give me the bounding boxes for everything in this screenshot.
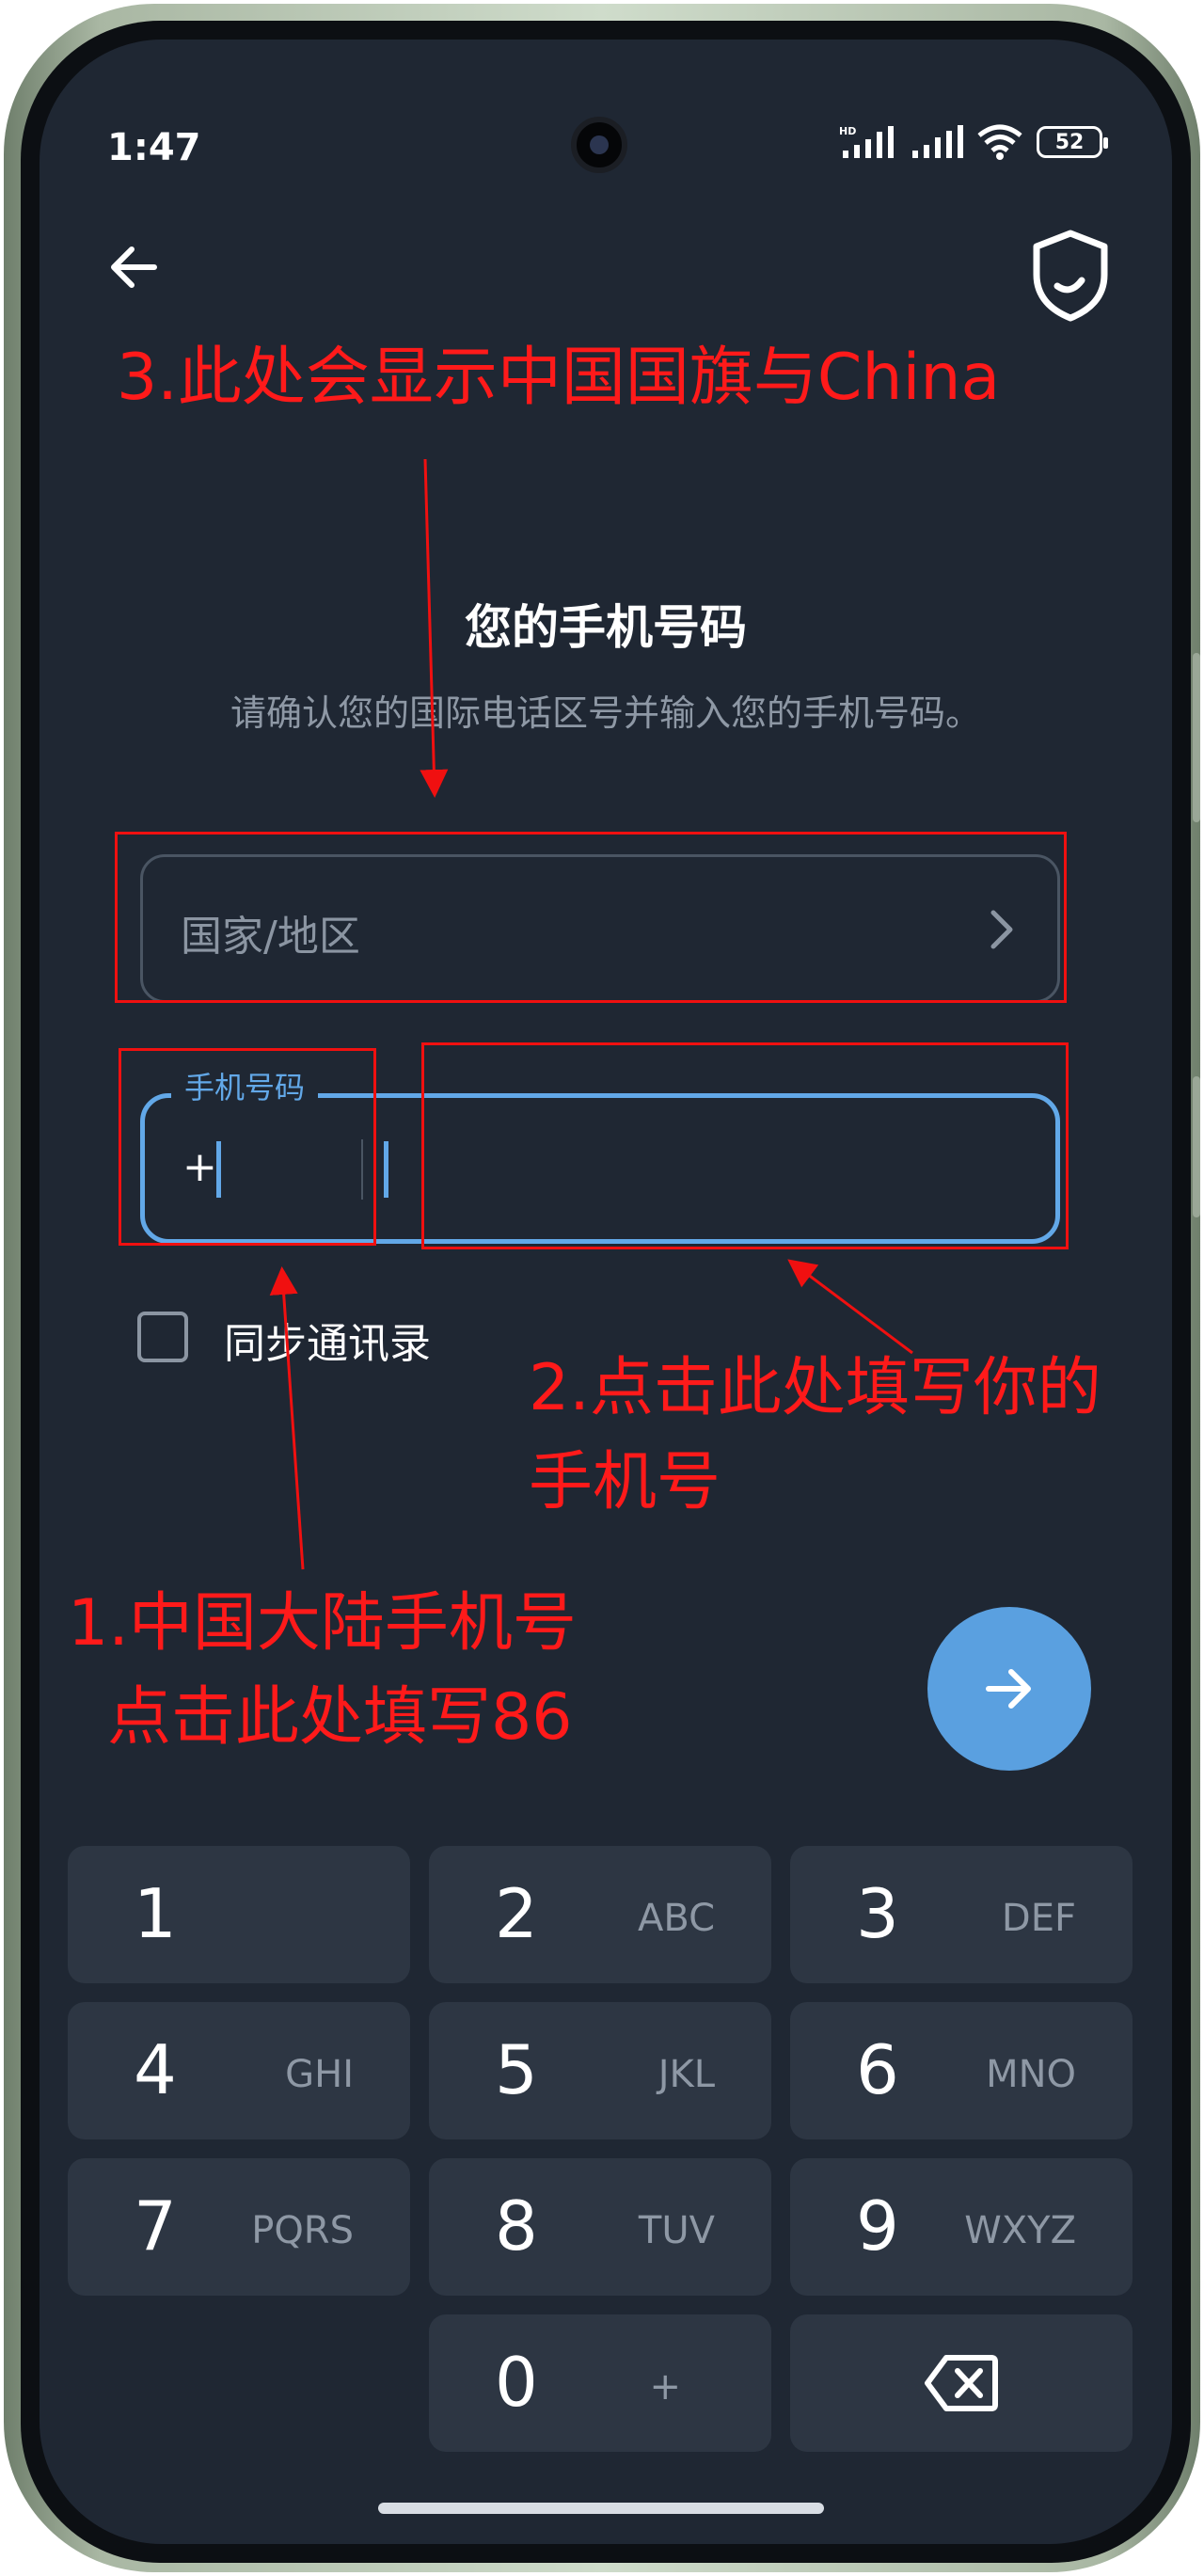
- phone-frame: 1:47 HD 52 您的手机号码 请确认您的国际电话区号并输入您的手机号码。 …: [4, 4, 1200, 2572]
- svg-text:HD: HD: [839, 125, 856, 137]
- numeric-keypad: 1 2 ABC 3 DEF 4 GHI 5 JKL 6 MNO 7 PQRS 8…: [68, 1846, 1144, 2493]
- key-digit: 5: [495, 2030, 538, 2109]
- status-icons: HD 52: [839, 124, 1108, 160]
- backspace-icon: [925, 2355, 998, 2411]
- sync-contacts-label: 同步通讯录: [224, 1320, 431, 1368]
- key-letters: WXYZ: [964, 2209, 1076, 2252]
- page-subtitle: 请确认您的国际电话区号并输入您的手机号码。: [230, 692, 981, 734]
- wifi-icon: [977, 124, 1022, 160]
- sync-contacts-checkbox[interactable]: [137, 1312, 188, 1362]
- key-5[interactable]: 5 JKL: [429, 2002, 771, 2139]
- arrow-right-icon: [986, 1669, 1031, 1709]
- key-letters: TUV: [638, 2209, 715, 2252]
- status-time: 1:47: [107, 126, 201, 169]
- key-0[interactable]: 0 +: [429, 2314, 771, 2452]
- key-letters: ABC: [637, 1897, 715, 1940]
- phone-number-field: 手机号码 +: [140, 1064, 1060, 1244]
- key-digit: 8: [495, 2186, 538, 2266]
- key-6[interactable]: 6 MNO: [790, 2002, 1133, 2139]
- power-button: [1193, 1076, 1200, 1217]
- key-7[interactable]: 7 PQRS: [68, 2158, 410, 2296]
- key-1[interactable]: 1: [68, 1846, 410, 1983]
- number-cursor: [384, 1141, 388, 1198]
- phone-screen: 1:47 HD 52 您的手机号码 请确认您的国际电话区号并输入您的手机号码。 …: [40, 40, 1172, 2544]
- shield-icon[interactable]: [1027, 228, 1114, 322]
- volume-button: [1193, 653, 1200, 822]
- key-8[interactable]: 8 TUV: [429, 2158, 771, 2296]
- plus-sign: +: [182, 1143, 217, 1191]
- country-placeholder: 国家/地区: [181, 913, 360, 961]
- front-camera: [571, 117, 627, 173]
- arrow-left-icon[interactable]: [105, 239, 162, 295]
- chevron-right-icon: [990, 910, 1013, 949]
- code-cursor: [216, 1141, 221, 1198]
- battery-indicator: 52: [1037, 126, 1108, 158]
- next-button[interactable]: [927, 1607, 1091, 1771]
- key-letters: +: [649, 2365, 681, 2409]
- backspace-key[interactable]: [790, 2314, 1133, 2452]
- key-digit: 3: [856, 1874, 899, 1953]
- country-code-input[interactable]: +: [145, 1098, 361, 1239]
- key-digit: 6: [856, 2030, 899, 2109]
- country-selector[interactable]: 国家/地区: [140, 854, 1060, 1003]
- code-divider: [361, 1139, 363, 1200]
- key-2[interactable]: 2 ABC: [429, 1846, 771, 1983]
- signal-icon: HD: [839, 125, 894, 158]
- key-letters: MNO: [986, 2053, 1076, 2096]
- page-title: 您的手机号码: [465, 600, 747, 655]
- signal-icon-2: [912, 125, 963, 158]
- key-4[interactable]: 4 GHI: [68, 2002, 410, 2139]
- key-3[interactable]: 3 DEF: [790, 1846, 1133, 1983]
- key-digit: 1: [134, 1874, 177, 1953]
- key-letters: DEF: [1001, 1897, 1076, 1940]
- key-letters: PQRS: [251, 2209, 354, 2252]
- key-digit: 0: [495, 2343, 538, 2422]
- phone-number-input[interactable]: [371, 1098, 1055, 1239]
- key-letters: GHI: [285, 2053, 354, 2096]
- key-digit: 7: [134, 2186, 177, 2266]
- key-digit: 4: [134, 2030, 177, 2109]
- home-indicator[interactable]: [378, 2503, 824, 2514]
- key-9[interactable]: 9 WXYZ: [790, 2158, 1133, 2296]
- key-digit: 2: [495, 1874, 538, 1953]
- key-digit: 9: [856, 2186, 899, 2266]
- key-letters: JKL: [657, 2053, 715, 2096]
